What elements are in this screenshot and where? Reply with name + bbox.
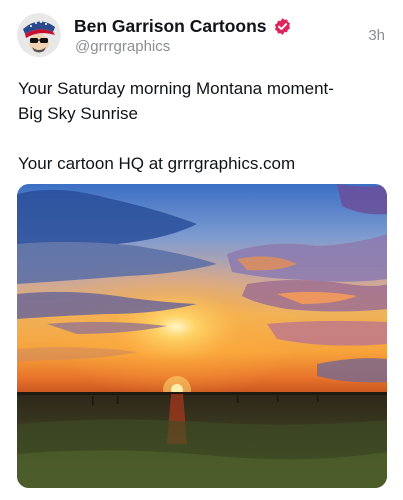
author-display-name[interactable]: Ben Garrison Cartoons bbox=[74, 16, 267, 37]
post-timestamp[interactable]: 3h bbox=[368, 27, 385, 44]
cartoon-avatar-icon bbox=[17, 13, 61, 57]
post-text-line: Your Saturday morning Montana moment- bbox=[18, 79, 334, 98]
avatar[interactable] bbox=[17, 13, 61, 57]
post-text-line[interactable]: Your cartoon HQ at grrrgraphics.com bbox=[18, 151, 388, 176]
post-text: Your Saturday morning Montana moment- Bi… bbox=[18, 76, 388, 176]
author-handle[interactable]: @grrrgraphics bbox=[75, 38, 170, 55]
post-text-line: Big Sky Sunrise bbox=[18, 104, 138, 123]
post-photo[interactable] bbox=[17, 184, 387, 488]
verified-badge-icon bbox=[273, 17, 292, 36]
sunrise-landscape-image bbox=[17, 184, 387, 488]
post-card[interactable]: Ben Garrison Cartoons @grrrgraphics 3h Y… bbox=[0, 0, 403, 500]
author-row: Ben Garrison Cartoons bbox=[74, 15, 292, 37]
